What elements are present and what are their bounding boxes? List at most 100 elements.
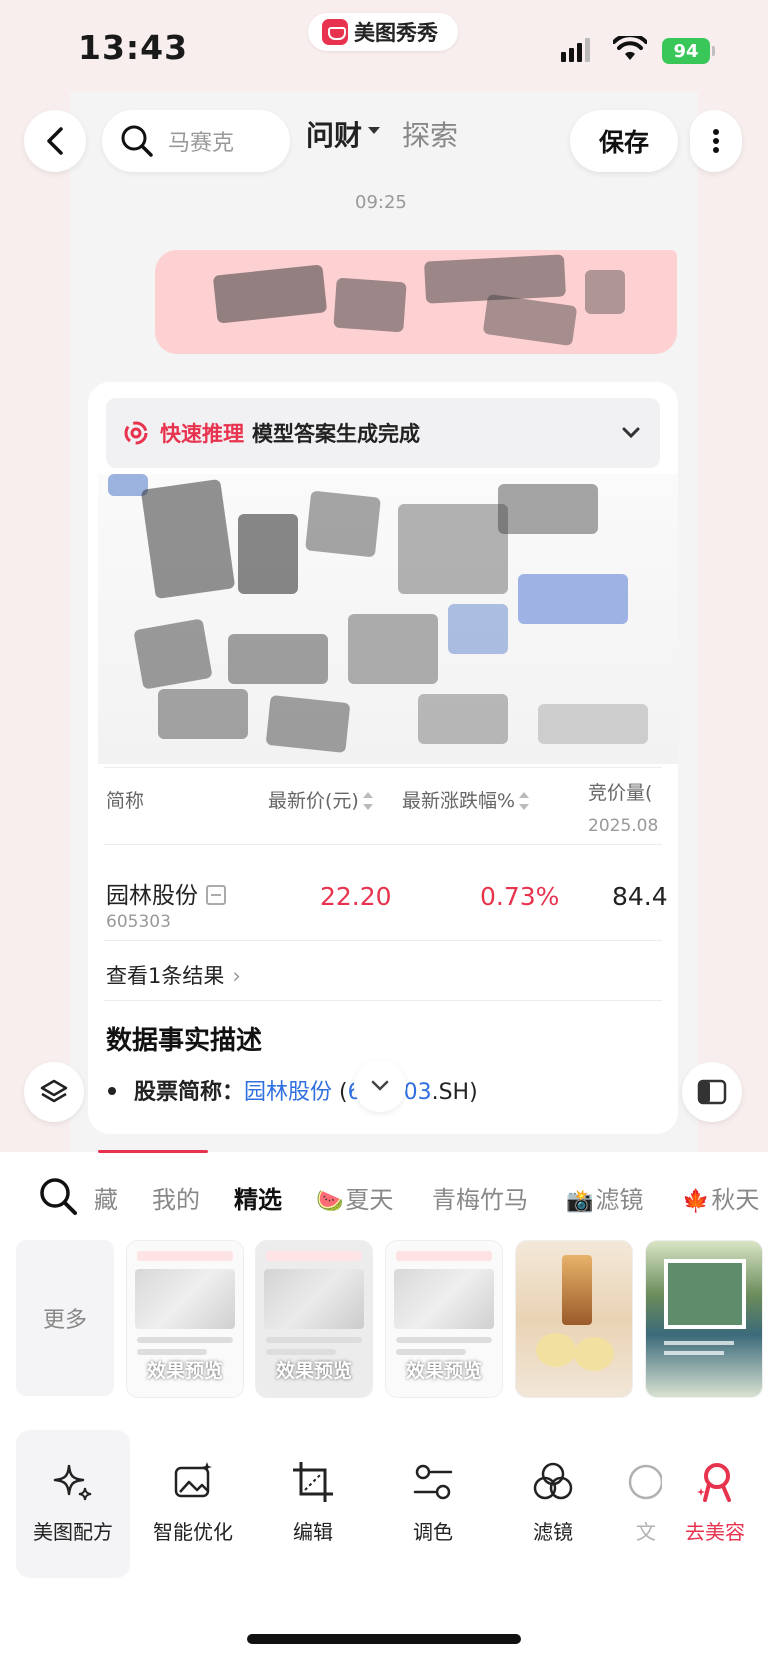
inference-mode: 快速推理 bbox=[160, 422, 244, 446]
category-tab-filter[interactable]: 📸滤镜 bbox=[566, 1180, 643, 1215]
sort-icon bbox=[362, 792, 373, 810]
template-thumb[interactable]: 效果预览 bbox=[385, 1240, 503, 1398]
divider bbox=[104, 940, 662, 941]
stock-volume: 84.4 bbox=[612, 882, 668, 911]
app-name: 美图秀秀 bbox=[354, 21, 438, 45]
tool-label: 滤镜 bbox=[533, 1520, 573, 1544]
stock-name-label: 园林股份 bbox=[106, 883, 198, 909]
preview-label: 效果预览 bbox=[146, 1360, 223, 1382]
tool-smart-optimize[interactable]: 智能优化 bbox=[136, 1430, 250, 1578]
user-message-bubble-mosaic bbox=[155, 250, 677, 354]
tool-label: 智能优化 bbox=[153, 1520, 233, 1544]
save-button[interactable]: 保存 bbox=[570, 110, 678, 172]
category-tab-summer[interactable]: 🍉夏天 bbox=[316, 1180, 393, 1215]
col-header-change-label: 最新涨跌幅% bbox=[402, 790, 516, 812]
stock-name[interactable]: 园林股份 bbox=[106, 876, 226, 910]
meitu-logo-icon bbox=[322, 19, 348, 45]
preview-label: 效果预览 bbox=[275, 1360, 352, 1382]
app-indicator-pill[interactable]: 美图秀秀 bbox=[308, 13, 458, 51]
sparkle-icon bbox=[53, 1464, 92, 1501]
search-icon[interactable] bbox=[38, 1176, 78, 1216]
col-header-volume-date: 2025.08 bbox=[588, 816, 659, 836]
fact-suffix: .SH) bbox=[431, 1080, 478, 1105]
search-input[interactable]: 马赛克 bbox=[102, 110, 290, 172]
tab-wencai[interactable]: 问财 bbox=[306, 114, 381, 154]
tool-label: 去美容 bbox=[685, 1520, 745, 1544]
template-thumbnails: 更多 效果预览 效果预览 效果预览 bbox=[0, 1240, 768, 1398]
category-tab-filter-label: 滤镜 bbox=[595, 1186, 644, 1214]
camera-icon: 📸 bbox=[566, 1189, 594, 1214]
battery-indicator: 94 bbox=[662, 38, 715, 64]
tool-color-adjust[interactable]: 调色 bbox=[376, 1430, 490, 1578]
more-options-button[interactable] bbox=[690, 110, 742, 172]
category-tabs: 藏 我的 精选 🍉夏天 青梅竹马 📸滤镜 🍁秋天 bbox=[0, 1174, 768, 1220]
beauty-face-icon bbox=[697, 1463, 731, 1502]
stock-change: 0.73% bbox=[480, 882, 560, 911]
bottom-panel bbox=[0, 1152, 768, 1663]
tab-explore[interactable]: 探索 bbox=[402, 114, 458, 154]
wifi-icon bbox=[613, 36, 647, 60]
col-header-price-label: 最新价(元) bbox=[268, 790, 359, 812]
view-results-link[interactable]: 查看1条结果 bbox=[106, 960, 241, 990]
bullet bbox=[108, 1087, 116, 1095]
chevron-left-icon bbox=[47, 127, 63, 155]
panel-scroll-indicator bbox=[98, 1150, 208, 1153]
fact-label: 股票简称： bbox=[134, 1080, 245, 1105]
category-tab-childhood[interactable]: 青梅竹马 bbox=[432, 1180, 528, 1215]
facts-title: 数据事实描述 bbox=[106, 1026, 263, 1056]
col-header-change[interactable]: 最新涨跌幅% bbox=[402, 786, 530, 813]
sort-icon bbox=[519, 792, 530, 810]
home-indicator[interactable] bbox=[247, 1634, 521, 1644]
filter-circles-icon bbox=[533, 1462, 573, 1500]
tool-label: 调色 bbox=[413, 1520, 453, 1544]
image-magic-icon bbox=[174, 1462, 212, 1498]
compare-button[interactable] bbox=[682, 1062, 742, 1122]
inference-status: 模型答案生成完成 bbox=[252, 422, 420, 446]
watermelon-icon: 🍉 bbox=[316, 1189, 344, 1214]
col-header-price[interactable]: 最新价(元) bbox=[268, 786, 373, 813]
template-thumb[interactable]: 效果预览 bbox=[255, 1240, 373, 1398]
tool-bar: 美图配方 智能优化 编辑 调色 滤镜 文 去美容 bbox=[0, 1430, 768, 1580]
category-tab-mine[interactable]: 我的 bbox=[152, 1180, 200, 1215]
category-tab-favorites[interactable]: 藏 bbox=[94, 1180, 118, 1215]
back-button[interactable] bbox=[24, 110, 86, 172]
template-thumb-landscape-photo[interactable] bbox=[645, 1240, 763, 1398]
more-templates-button[interactable]: 更多 bbox=[16, 1240, 114, 1396]
tool-edit[interactable]: 编辑 bbox=[256, 1430, 370, 1578]
template-thumb-drink-photo[interactable] bbox=[515, 1240, 633, 1398]
fact-stock-name: 股票简称：园林股份 (605303.SH) bbox=[108, 1074, 478, 1106]
maple-leaf-icon: 🍁 bbox=[682, 1189, 710, 1214]
divider bbox=[104, 767, 662, 768]
category-tab-autumn[interactable]: 🍁秋天 bbox=[682, 1180, 759, 1215]
ai-spiral-icon bbox=[124, 421, 148, 445]
inference-status-bar[interactable]: 快速推理 模型答案生成完成 bbox=[106, 398, 660, 468]
tool-filter[interactable]: 滤镜 bbox=[496, 1430, 610, 1578]
category-tab-autumn-label: 秋天 bbox=[711, 1186, 760, 1214]
chat-timestamp: 09:25 bbox=[355, 192, 407, 213]
search-placeholder: 马赛克 bbox=[168, 131, 235, 156]
collapse-square-icon[interactable] bbox=[206, 885, 226, 905]
cellular-signal-icon bbox=[561, 38, 590, 62]
battery-level: 94 bbox=[673, 40, 699, 62]
fact-name-link[interactable]: 园林股份 bbox=[244, 1080, 332, 1105]
vertical-dots-icon bbox=[713, 129, 719, 153]
chevron-down-icon bbox=[371, 1080, 389, 1091]
mosaic-blurred-region bbox=[98, 474, 678, 764]
col-header-name: 简称 bbox=[106, 790, 145, 812]
category-tab-featured[interactable]: 精选 bbox=[234, 1180, 282, 1215]
template-thumb[interactable]: 效果预览 bbox=[126, 1240, 244, 1398]
crop-icon bbox=[293, 1462, 333, 1502]
stock-code: 605303 bbox=[106, 912, 171, 932]
category-tab-summer-label: 夏天 bbox=[345, 1186, 394, 1214]
collapse-panel-button[interactable] bbox=[354, 1060, 406, 1112]
tool-meitu-recipe[interactable]: 美图配方 bbox=[16, 1430, 130, 1578]
sliders-icon bbox=[413, 1464, 453, 1500]
stock-price: 22.20 bbox=[320, 882, 392, 911]
answer-card: 快速推理 模型答案生成完成 简称 最新价(元) 最新涨跌幅% 竞价量( 2025… bbox=[88, 382, 678, 1134]
status-time: 13:43 bbox=[78, 28, 189, 67]
tool-go-beauty[interactable]: 去美容 bbox=[662, 1430, 768, 1578]
divider bbox=[104, 1000, 662, 1001]
layers-button[interactable] bbox=[24, 1062, 84, 1122]
col-header-volume: 竞价量( bbox=[588, 782, 653, 804]
search-icon bbox=[121, 125, 153, 157]
